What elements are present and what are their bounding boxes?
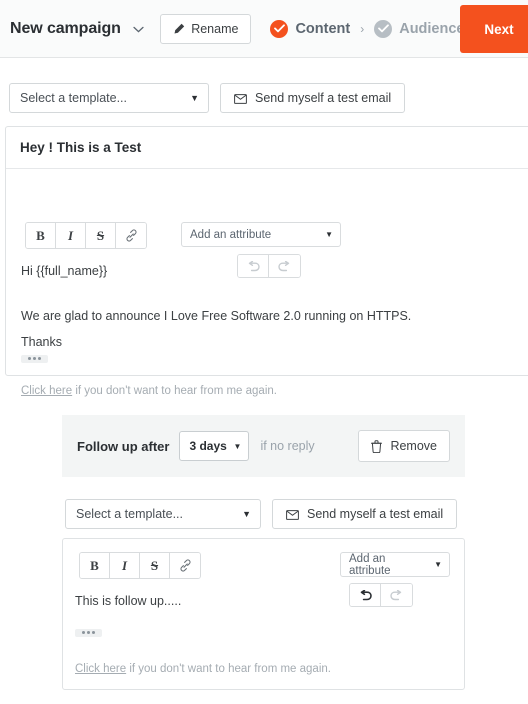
email1-body-line-3[interactable]: Thanks — [21, 333, 62, 351]
chevron-down-icon: ▼ — [242, 509, 251, 519]
followup-days-value: 3 days — [189, 439, 227, 453]
followup-label: Follow up after — [77, 438, 170, 454]
rename-button[interactable]: Rename — [160, 13, 252, 44]
undo-redo-group — [349, 583, 413, 607]
followup-condition: if no reply — [260, 439, 315, 453]
unsubscribe-rest: if you don't want to hear from me again. — [72, 385, 277, 397]
trash-icon — [371, 439, 383, 453]
step-content[interactable]: Content — [270, 19, 351, 38]
template-select[interactable]: Select a template... ▼ — [9, 83, 209, 113]
format-toolbar: B I S — [79, 552, 201, 579]
send-test-email-button[interactable]: Send myself a test email — [272, 499, 458, 529]
remove-followup-button[interactable]: Remove — [358, 430, 450, 462]
followup-bar: Follow up after 3 days ▼ if no reply Rem… — [62, 415, 465, 477]
chevron-down-icon: ▼ — [190, 93, 199, 103]
breadcrumb: Content › Audience — [270, 19, 465, 38]
italic-button[interactable]: I — [56, 223, 86, 248]
unsubscribe-rest: if you don't want to hear from me again. — [126, 663, 331, 675]
send-test-email-label: Send myself a test email — [255, 91, 392, 105]
rename-button-label: Rename — [191, 21, 239, 36]
email2-card: B I S Add an attribute ▼ This is follow … — [62, 538, 465, 690]
email2-unsubscribe: Click here if you don't want to hear fro… — [75, 663, 331, 675]
template-select-value: Select a template... — [76, 507, 184, 521]
dots-icon[interactable] — [21, 355, 48, 363]
chevron-down-icon: ▼ — [233, 441, 242, 451]
add-attribute-select[interactable]: Add an attribute ▼ — [181, 222, 341, 247]
add-attribute-value: Add an attribute — [190, 228, 272, 241]
email2-template-row: Select a template... ▼ Send myself a tes… — [65, 499, 458, 529]
step-audience[interactable]: Audience — [374, 19, 465, 38]
email1-unsubscribe: Click here if you don't want to hear fro… — [21, 385, 277, 397]
next-button[interactable]: Next — [460, 5, 528, 53]
chevron-down-icon: ▼ — [434, 560, 442, 569]
add-attribute-select[interactable]: Add an attribute ▼ — [340, 552, 450, 577]
template-select[interactable]: Select a template... ▼ — [65, 499, 261, 529]
unsubscribe-link[interactable]: Click here — [75, 663, 126, 675]
campaign-name-text: New campaign — [10, 19, 121, 37]
envelope-icon — [234, 93, 247, 104]
link-icon — [125, 229, 138, 242]
page-header: New campaign Rename Content › Audience N… — [0, 0, 528, 58]
undo-button[interactable] — [238, 255, 269, 277]
link-icon — [179, 559, 192, 572]
redo-button[interactable] — [381, 584, 412, 606]
redo-button[interactable] — [269, 255, 300, 277]
breadcrumb-separator: › — [360, 21, 365, 36]
bold-button[interactable]: B — [80, 553, 110, 578]
remove-followup-label: Remove — [390, 439, 437, 453]
campaign-editor-page: New campaign Rename Content › Audience N… — [0, 0, 528, 704]
chevron-down-icon: ▼ — [325, 230, 333, 239]
dots-icon[interactable] — [75, 629, 102, 637]
italic-button[interactable]: I — [110, 553, 140, 578]
format-toolbar: B I S — [25, 222, 147, 249]
template-select-value: Select a template... — [20, 91, 128, 105]
followup-days-select[interactable]: 3 days ▼ — [179, 431, 250, 461]
chevron-down-icon[interactable] — [133, 22, 144, 35]
link-button[interactable] — [116, 223, 146, 248]
send-test-email-button[interactable]: Send myself a test email — [220, 83, 406, 113]
strikethrough-button[interactable]: S — [86, 223, 116, 248]
send-test-email-label: Send myself a test email — [307, 507, 444, 521]
strikethrough-button[interactable]: S — [140, 553, 170, 578]
email1-body-line-1[interactable]: Hi {{full_name}} — [21, 262, 107, 280]
link-button[interactable] — [170, 553, 200, 578]
email1-body-line-2[interactable]: We are glad to announce I Love Free Soft… — [21, 307, 411, 325]
pencil-icon — [173, 23, 185, 35]
email2-body-line-1[interactable]: This is follow up..... — [75, 592, 181, 610]
step-content-label: Content — [295, 20, 351, 37]
envelope-icon — [286, 509, 299, 520]
undo-redo-group — [237, 254, 301, 278]
add-attribute-value: Add an attribute — [349, 552, 391, 577]
email1-card: Hey ! This is a Test B I S Add an attrib… — [5, 126, 528, 397]
email1-subject[interactable]: Hey ! This is a Test — [6, 127, 528, 169]
bold-button[interactable]: B — [26, 223, 56, 248]
check-circle-icon — [374, 19, 393, 38]
undo-button[interactable] — [350, 584, 381, 606]
campaign-title: New campaign — [10, 20, 144, 38]
unsubscribe-link[interactable]: Click here — [21, 385, 72, 397]
check-circle-icon — [270, 19, 289, 38]
step-audience-label: Audience — [399, 20, 465, 37]
email1-template-row: Select a template... ▼ Send myself a tes… — [9, 83, 406, 113]
